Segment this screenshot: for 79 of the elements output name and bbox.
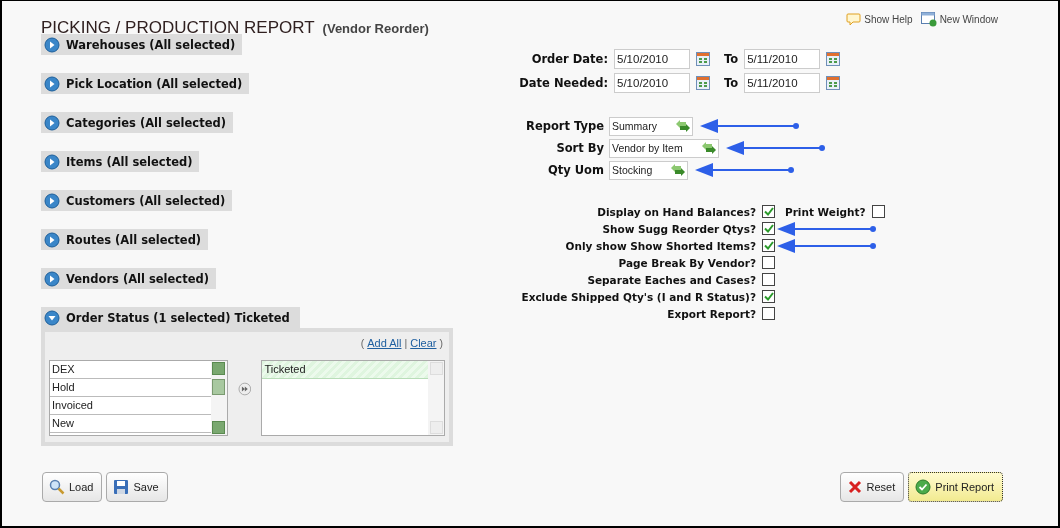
bracket-text: ) — [438, 337, 444, 349]
swap-arrows-icon[interactable] — [670, 163, 687, 177]
dropdown-field[interactable]: Vendor by Item — [609, 138, 719, 158]
dropdown-field[interactable]: Stocking — [609, 160, 689, 180]
checkbox[interactable] — [762, 256, 775, 269]
swap-arrows-icon[interactable] — [700, 141, 717, 155]
scroll-up-icon[interactable] — [212, 362, 226, 375]
magnifier-icon — [49, 479, 65, 495]
print-report-button[interactable]: Print Report — [908, 472, 1003, 502]
save-button[interactable]: Save — [106, 472, 168, 502]
filter-section-header[interactable]: Vendors (All selected) — [41, 268, 216, 289]
expand-icon — [44, 75, 60, 92]
dropdown-field[interactable]: Summary — [609, 116, 693, 136]
speech-bubble-icon — [846, 13, 862, 26]
collapse-icon — [44, 309, 60, 326]
filter-section-header[interactable]: Warehouses (All selected) — [41, 34, 243, 55]
checkbox-label: Print Weight? — [785, 205, 866, 218]
checkbox-label: Display on Hand Balances? — [596, 205, 756, 218]
new-window-link[interactable]: New Window — [920, 12, 998, 27]
field-label: To — [724, 76, 739, 90]
filter-section-header[interactable]: Customers (All selected) — [41, 190, 233, 211]
move-right-icon[interactable] — [237, 382, 252, 396]
list-item[interactable]: Ticketed — [262, 361, 428, 379]
load-button[interactable]: Load — [42, 472, 103, 502]
filter-section-header[interactable]: Pick Location (All selected) — [41, 73, 250, 94]
calendar-icon[interactable] — [696, 52, 710, 66]
filter-section-header[interactable]: Items (All selected) — [41, 151, 200, 172]
checkbox[interactable] — [762, 307, 775, 320]
field-label: Report Type — [525, 119, 604, 133]
field-label: Order Date: — [530, 52, 608, 66]
scroll-up-icon — [429, 362, 443, 375]
expand-icon — [44, 192, 60, 209]
checkbox[interactable] — [871, 205, 885, 218]
field-label: Sort By — [555, 141, 604, 155]
scroll-thumb[interactable] — [212, 379, 226, 395]
checkbox[interactable] — [762, 290, 775, 303]
add-all-link[interactable]: Add All — [367, 337, 402, 349]
expand-icon — [44, 231, 60, 248]
field-label: Qty Uom — [547, 163, 604, 177]
date-field[interactable]: 5/11/2010 — [744, 49, 821, 69]
close-icon — [846, 479, 863, 495]
scroll-down-icon[interactable] — [212, 421, 226, 434]
scroll-down-icon — [429, 421, 443, 434]
separator-text: | — [403, 337, 409, 349]
checkbox[interactable] — [762, 273, 775, 286]
expand-icon — [44, 114, 60, 131]
expand-icon — [44, 153, 60, 170]
swap-arrows-icon[interactable] — [674, 119, 691, 133]
field-label: Date Needed: — [518, 76, 608, 90]
calendar-icon[interactable] — [826, 76, 841, 90]
filter-section-header[interactable]: Categories (All selected) — [41, 112, 233, 133]
show-help-link[interactable]: Show Help — [846, 12, 913, 27]
field-label: To — [724, 52, 739, 66]
available-list[interactable]: DEX Hold Invoiced New — [49, 360, 228, 436]
checkbox-label: Show Sugg Reorder Qtys? — [601, 222, 756, 235]
filter-section-header[interactable]: Routes (All selected) — [41, 229, 209, 250]
clear-link[interactable]: Clear — [410, 337, 437, 349]
page-subtitle: (Vendor Reorder) — [322, 21, 429, 36]
selected-list[interactable]: Ticketed — [261, 360, 445, 436]
expand-icon — [44, 270, 60, 287]
checkbox[interactable] — [762, 205, 775, 218]
checkbox-label: Export Report? — [666, 307, 756, 320]
date-field[interactable]: 5/10/2010 — [614, 73, 690, 93]
calendar-icon[interactable] — [826, 52, 841, 66]
expand-icon — [44, 36, 60, 53]
checkbox-label: Only show Show Shorted Items? — [564, 239, 756, 252]
new-window-icon — [920, 12, 937, 27]
date-field[interactable]: 5/10/2010 — [614, 49, 690, 69]
filter-section-header[interactable]: Order Status (1 selected) Ticketed — [41, 307, 300, 328]
checkbox-label: Separate Eaches and Cases? — [586, 273, 756, 286]
reset-button[interactable]: Reset — [839, 472, 905, 502]
checkbox[interactable] — [762, 239, 775, 252]
check-circle-icon — [915, 479, 932, 495]
calendar-icon[interactable] — [696, 76, 710, 90]
bracket-text: ( — [359, 337, 366, 349]
checkbox-label: Page Break By Vendor? — [617, 256, 756, 269]
date-field[interactable]: 5/11/2010 — [744, 73, 821, 93]
checkbox[interactable] — [762, 222, 775, 235]
checkbox-label: Exclude Shipped Qty's (I and R Status)? — [520, 290, 756, 303]
